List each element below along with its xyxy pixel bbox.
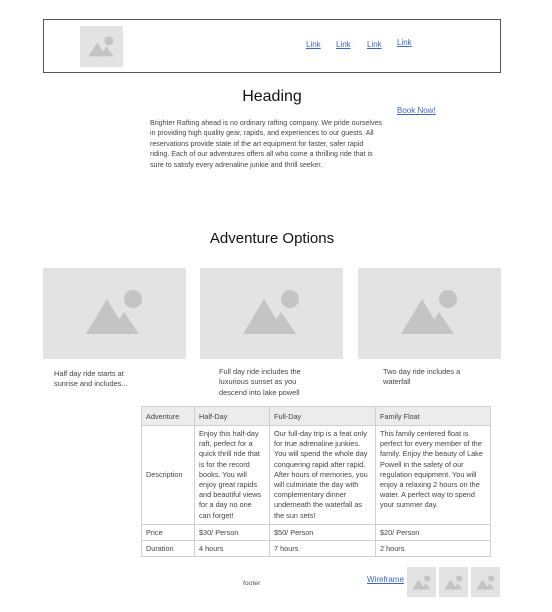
card-text-family-float: Two day ride includes a waterfall bbox=[383, 367, 461, 387]
table-header: Full-Day bbox=[269, 406, 376, 426]
footer-text: footer bbox=[243, 580, 261, 587]
adventure-comparison-table: Adventure Half-Day Full-Day Family Float… bbox=[141, 406, 491, 557]
nav-link-3[interactable]: Link bbox=[367, 40, 382, 49]
table-cell: Our full-day trip is a feat only for tru… bbox=[269, 425, 376, 525]
table-cell: $20/ Person bbox=[375, 523, 491, 541]
image-placeholder-icon bbox=[476, 575, 495, 590]
table-row: Description Enjoy this half-day raft, pe… bbox=[141, 425, 491, 525]
image-placeholder-icon bbox=[412, 575, 431, 590]
table-header: Half-Day bbox=[194, 406, 270, 426]
card-text-full-day: Full day ride includes the luxurious sun… bbox=[219, 367, 301, 397]
adventure-options-title: Adventure Options bbox=[209, 230, 335, 247]
nav-link-4[interactable]: Link bbox=[397, 38, 412, 47]
card-image-full-day bbox=[200, 268, 343, 359]
table-cell: $50/ Person bbox=[269, 523, 376, 541]
table-cell: $30/ Person bbox=[194, 523, 270, 541]
table-row-label: Description bbox=[141, 425, 195, 525]
image-placeholder-icon bbox=[86, 290, 142, 334]
intro-paragraph: Brighter Rafting ahead is no ordinary ra… bbox=[150, 119, 382, 169]
table-row: Duration 4 hours 7 hours 2 hours bbox=[141, 539, 491, 557]
footer-thumb-3[interactable] bbox=[471, 567, 500, 597]
table-header-row: Adventure Half-Day Full-Day Family Float bbox=[141, 406, 491, 426]
wireframe-link[interactable]: Wireframe bbox=[367, 575, 404, 584]
table-row-label: Duration bbox=[141, 539, 195, 557]
table-header: Adventure bbox=[141, 406, 195, 426]
table-cell: Enjoy this half-day raft, perfect for a … bbox=[194, 425, 270, 525]
book-now-link[interactable]: Book Now! bbox=[397, 106, 436, 115]
table-header: Family Float bbox=[375, 406, 491, 426]
footer-thumb-2[interactable] bbox=[439, 567, 468, 597]
nav-link-1[interactable]: Link bbox=[306, 40, 321, 49]
image-placeholder-icon bbox=[243, 290, 299, 334]
nav-link-2[interactable]: Link bbox=[336, 40, 351, 49]
card-image-half-day bbox=[43, 268, 186, 359]
table-cell: 7 hours bbox=[269, 539, 376, 557]
logo-image[interactable] bbox=[80, 26, 123, 67]
footer-thumb-1[interactable] bbox=[407, 567, 436, 597]
page-heading: Heading bbox=[242, 88, 302, 105]
card-image-family-float bbox=[358, 268, 501, 359]
image-placeholder-icon bbox=[88, 36, 114, 57]
image-placeholder-icon bbox=[401, 290, 457, 334]
table-row: Price $30/ Person $50/ Person $20/ Perso… bbox=[141, 523, 491, 541]
image-placeholder-icon bbox=[444, 575, 463, 590]
table-cell: 2 hours bbox=[375, 539, 491, 557]
navbar: Link Link Link Link bbox=[43, 19, 501, 73]
table-cell: This family centered float is perfect fo… bbox=[375, 425, 491, 525]
table-cell: 4 hours bbox=[194, 539, 270, 557]
table-row-label: Price bbox=[141, 523, 195, 541]
card-text-half-day: Half day ride starts at sunrise and incl… bbox=[54, 369, 128, 389]
